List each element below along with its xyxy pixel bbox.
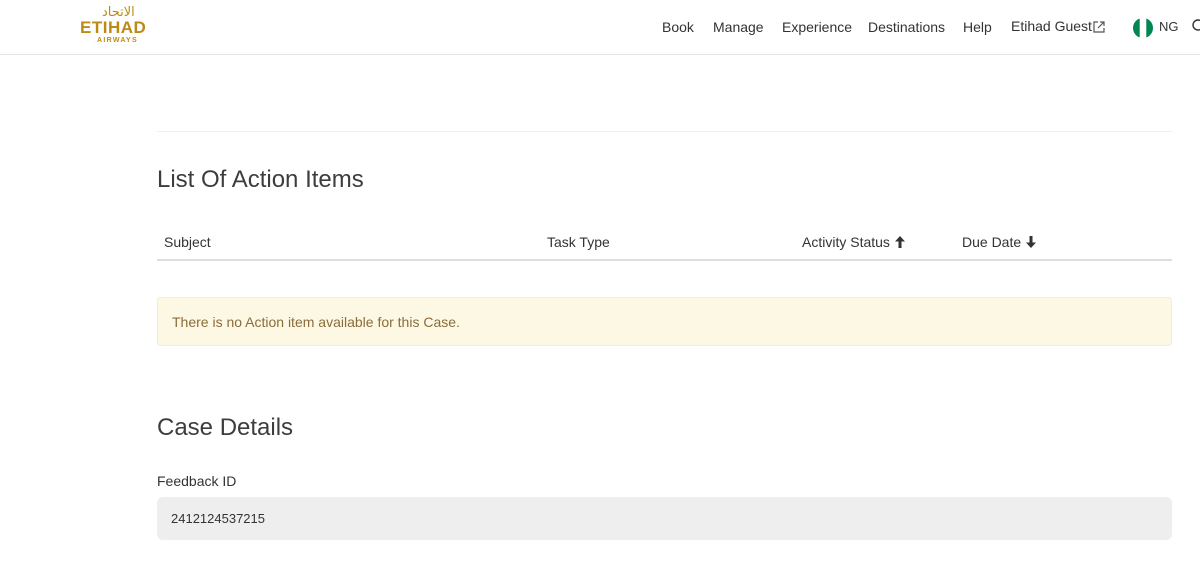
feedback-id-field: 2412124537215	[157, 497, 1172, 540]
empty-action-items-message: There is no Action item available for th…	[172, 314, 460, 330]
column-header-due-date[interactable]: Due Date	[962, 232, 1037, 252]
page: الاتحاد ETIHAD AIRWAYS Book Manage Exper…	[0, 0, 1200, 561]
section-divider	[157, 131, 1172, 132]
top-navigation-bar: الاتحاد ETIHAD AIRWAYS Book Manage Exper…	[0, 0, 1200, 55]
nav-item-book[interactable]: Book	[662, 17, 694, 37]
column-header-subject[interactable]: Subject	[164, 232, 211, 252]
nav-item-etihad-guest[interactable]: Etihad Guest	[1011, 16, 1092, 36]
arrow-down-icon	[1026, 236, 1037, 248]
empty-action-items-notice: There is no Action item available for th…	[157, 297, 1172, 346]
country-code[interactable]: NG	[1159, 17, 1179, 37]
nav-item-manage[interactable]: Manage	[713, 17, 764, 37]
logo-sub-text: AIRWAYS	[97, 37, 138, 44]
table-header-rule	[157, 259, 1172, 261]
nigeria-flag-icon[interactable]	[1133, 18, 1153, 38]
external-link-icon[interactable]	[1092, 20, 1106, 34]
due-date-label: Due Date	[962, 234, 1022, 250]
nav-item-help[interactable]: Help	[963, 17, 992, 37]
activity-status-label: Activity Status	[802, 234, 890, 250]
nav-item-destinations[interactable]: Destinations	[868, 17, 945, 37]
nav-item-experience[interactable]: Experience	[782, 17, 852, 37]
action-items-title: List Of Action Items	[157, 166, 364, 193]
column-header-task-type[interactable]: Task Type	[547, 232, 610, 252]
main-nav: Book Manage Experience Destinations Help…	[0, 16, 1200, 38]
case-details-title: Case Details	[157, 414, 294, 441]
feedback-id-label: Feedback ID	[157, 473, 237, 489]
column-header-activity-status[interactable]: Activity Status	[802, 232, 906, 252]
arrow-up-icon	[894, 236, 905, 248]
search-icon[interactable]	[1191, 18, 1200, 34]
